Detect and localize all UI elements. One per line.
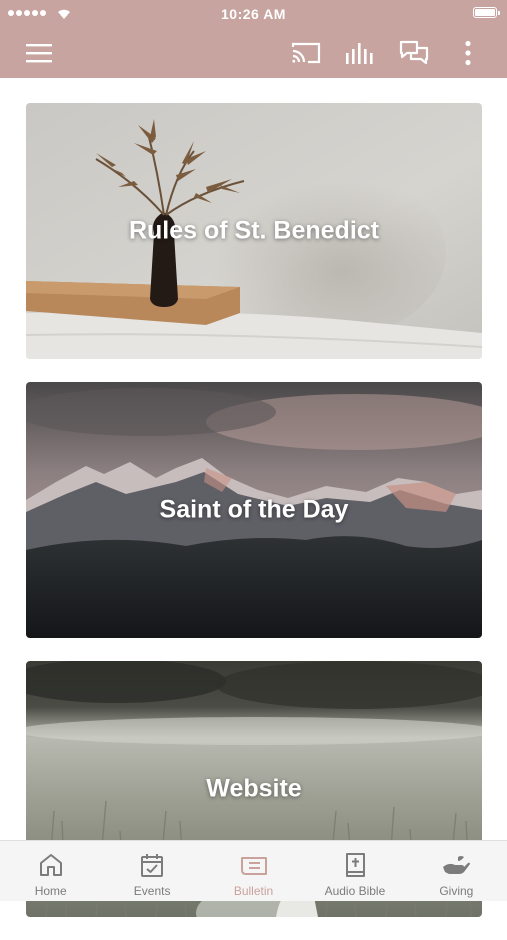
bible-icon (345, 853, 365, 877)
tab-bulletin[interactable]: Bulletin (203, 841, 304, 901)
app-bar (0, 28, 507, 78)
more-vertical-icon[interactable] (453, 38, 483, 68)
card-saint-of-the-day[interactable]: Saint of the Day (26, 382, 482, 638)
giving-hand-icon (443, 856, 471, 874)
bottom-tab-bar: Home Events Bulletin Audio Bible Giving (0, 840, 507, 901)
tab-label: Bulletin (233, 884, 274, 898)
tab-events[interactable]: Events (101, 841, 202, 901)
tab-label: Audio Bible (324, 884, 386, 898)
card-title: Website (206, 774, 302, 803)
cast-icon[interactable] (291, 38, 321, 68)
status-bar: 10:26 AM (0, 0, 507, 28)
calendar-icon (141, 854, 164, 877)
bulletin-card-list: Rules of St. Benedict Saint of the Day W… (26, 103, 482, 940)
status-time: 10:26 AM (221, 6, 286, 22)
chat-bubbles-icon[interactable] (399, 38, 429, 68)
audio-bars-icon[interactable] (345, 38, 375, 68)
tab-label: Home (34, 884, 67, 898)
bulletin-icon (240, 857, 267, 875)
card-title: Rules of St. Benedict (128, 216, 380, 245)
home-icon (39, 854, 62, 876)
tab-home[interactable]: Home (0, 841, 101, 901)
tab-label: Events (133, 884, 171, 898)
card-title: Saint of the Day (159, 495, 349, 524)
tab-audio-bible[interactable]: Audio Bible (304, 841, 405, 901)
card-rules-of-st-benedict[interactable]: Rules of St. Benedict (26, 103, 482, 359)
tab-giving[interactable]: Giving (406, 841, 507, 901)
hamburger-menu-icon[interactable] (24, 38, 54, 68)
tab-label: Giving (439, 884, 474, 898)
battery-icon (473, 7, 500, 18)
